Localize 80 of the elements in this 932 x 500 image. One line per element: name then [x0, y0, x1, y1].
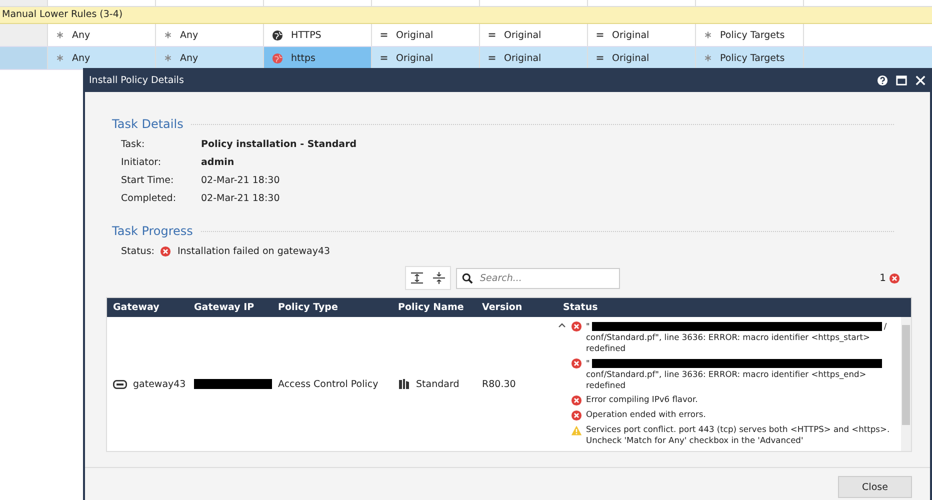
cell-text: Original — [396, 52, 434, 64]
table-cell: gateway43 — [133, 378, 186, 390]
equals-icon — [596, 31, 604, 39]
cell-text: Original — [504, 52, 542, 64]
equals-icon — [488, 31, 496, 39]
column-header[interactable]: Status — [557, 302, 902, 313]
equals-icon — [380, 54, 388, 62]
field-label: Status: — [121, 246, 154, 257]
quote-mark: " — [586, 320, 590, 332]
section-heading: Task Details — [112, 117, 184, 131]
slash-mark: / — [884, 320, 887, 332]
field-label: Start Time: — [121, 175, 175, 186]
asterisk-icon — [164, 54, 172, 62]
rule-row[interactable]: Any Any https Original Original Original Policy Targets — [0, 47, 932, 70]
field-label: Task: — [121, 139, 146, 150]
error-icon — [571, 410, 582, 421]
error-icon — [571, 395, 582, 406]
cell-text: https — [291, 52, 316, 64]
cell-text: Original — [504, 30, 542, 40]
field-value: 02-Mar-21 18:30 — [201, 193, 281, 204]
column-header[interactable]: Gateway IP — [188, 302, 272, 313]
section-heading: Task Progress — [112, 224, 193, 238]
error-icon — [160, 246, 172, 257]
scrollbar-thumb[interactable] — [902, 325, 910, 425]
equals-icon — [380, 31, 388, 39]
table-cell: Access Control Policy — [278, 378, 378, 390]
status-message: Services port conflict. port 443 (tcp) serves both <HTTPS> and <https>. Uncheck 'Match for Any' checkbox in the 'Advanced' — [586, 424, 890, 445]
field-value: admin — [201, 157, 236, 168]
asterisk-icon — [56, 54, 64, 62]
column-header[interactable]: Policy Type — [272, 302, 392, 313]
cell-text: Policy Targets — [720, 30, 785, 40]
asterisk-icon — [704, 31, 712, 39]
globe-icon — [272, 30, 283, 40]
status-message: conf/Standard.pf", line 3636: ERROR: macro identifier <https_end> redefined — [586, 369, 866, 390]
status-text: Installation failed on gateway43 — [177, 246, 330, 257]
status-message: Operation ended with errors. — [586, 409, 706, 419]
cell-text: Any — [72, 30, 90, 40]
cell-text: Any — [180, 52, 198, 64]
error-icon — [571, 358, 582, 369]
asterisk-icon — [704, 54, 712, 62]
field-value: Policy installation - Standard — [201, 139, 357, 150]
search-field[interactable]: Search... — [456, 268, 620, 288]
caret-icon[interactable] — [558, 322, 566, 328]
cell-text: Any — [180, 30, 198, 40]
close-icon[interactable] — [915, 74, 926, 86]
error-icon — [889, 272, 900, 284]
field-label: Completed: — [121, 193, 178, 204]
policy-book-icon — [398, 378, 410, 390]
gateway-icon — [113, 380, 127, 388]
search-icon — [462, 272, 473, 284]
asterisk-icon — [164, 31, 172, 39]
table-cell: R80.30 — [482, 378, 516, 390]
error-icon — [571, 321, 582, 332]
help-icon[interactable] — [877, 74, 888, 86]
column-header[interactable]: Gateway — [107, 302, 188, 313]
maximize-icon[interactable] — [896, 74, 907, 86]
error-count: 1 — [880, 272, 886, 284]
column-header[interactable]: Policy Name — [392, 302, 476, 313]
window-title: Install Policy Details — [89, 74, 184, 86]
field-label: Initiator: — [121, 157, 162, 168]
close-button[interactable]: Close — [838, 476, 912, 498]
cell-text: Any — [72, 52, 90, 64]
cell-text: Original — [612, 30, 650, 40]
status-message: Error compiling IPv6 flavor. — [586, 394, 698, 404]
globe-icon — [272, 52, 283, 64]
cell-text: Original — [396, 30, 434, 40]
rule-row[interactable]: Any Any HTTPS Original Original Original Policy Targets — [0, 24, 932, 47]
table-cell: Standard — [416, 378, 460, 390]
section-header[interactable]: Manual Lower Rules (3-4) — [0, 7, 932, 24]
cell-text: Policy Targets — [720, 52, 785, 64]
equals-icon — [488, 54, 496, 62]
cell-text: Original — [612, 52, 650, 64]
asterisk-icon — [56, 31, 64, 39]
status-message: conf/Standard.pf", line 3636: ERROR: macro identifier <https_start> redefined — [586, 332, 870, 353]
quote-mark: " — [586, 358, 590, 368]
field-value: 02-Mar-21 18:30 — [201, 175, 281, 186]
column-header[interactable]: Version — [476, 302, 557, 313]
warning-icon — [571, 425, 582, 436]
cell-text: HTTPS — [291, 30, 322, 40]
equals-icon — [596, 54, 604, 62]
